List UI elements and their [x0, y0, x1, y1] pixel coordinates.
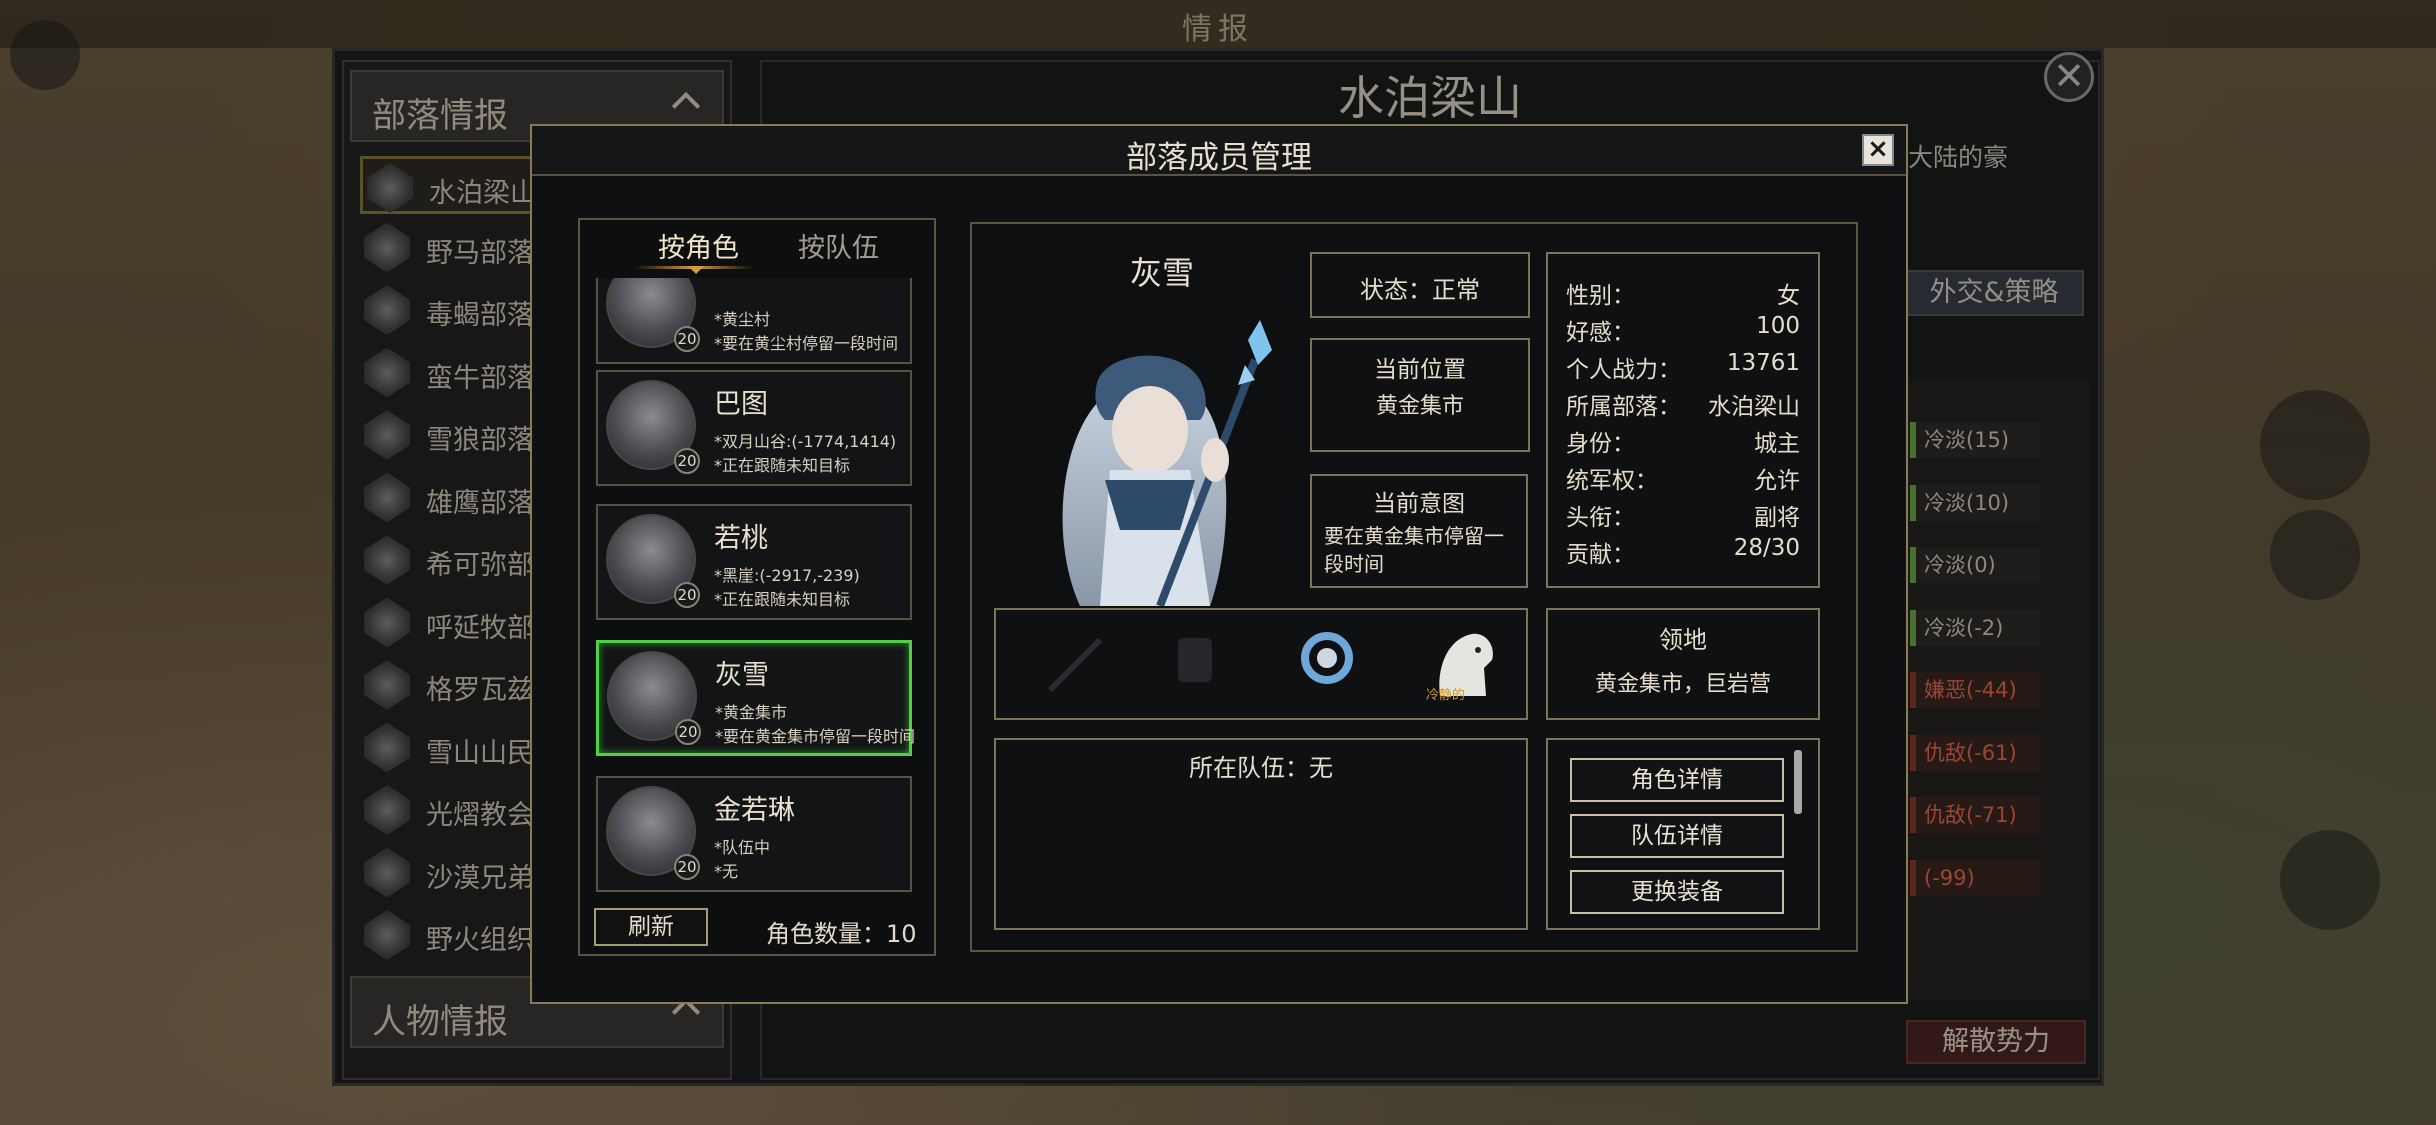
- territory-title: 领地: [1659, 626, 1707, 654]
- team-details-button[interactable]: 队伍详情: [1570, 814, 1784, 858]
- attribute-row: 统军权： 允许: [1566, 461, 1800, 495]
- attribute-key: 身份：: [1566, 431, 1635, 457]
- member-activity: *要在黄金集市停留一段时间: [715, 727, 916, 746]
- attribute-value: 副将: [1754, 505, 1800, 531]
- level-badge: 20: [674, 854, 700, 880]
- attribute-key: 统军权：: [1566, 468, 1658, 494]
- active-tab-arrow-icon: [688, 266, 704, 274]
- attribute-key: 好感：: [1566, 320, 1635, 346]
- level-badge: 20: [675, 719, 701, 745]
- attribute-value: 女: [1777, 283, 1800, 309]
- attribute-key: 头衔：: [1566, 505, 1635, 531]
- attribute-value: 城主: [1754, 431, 1800, 457]
- member-list[interactable]: 20 *黄尘村 *要在黄尘村停留一段时间 20 巴图 *双月山谷:(-1774,1414)…: [590, 278, 926, 898]
- member-location: *黑崖:(-2917,-239): [714, 566, 860, 585]
- intent-box: 当前意图 要在黄金集市停留一 段时间: [1310, 474, 1528, 588]
- attribute-row: 头衔： 副将: [1566, 498, 1800, 532]
- armor-slot-icon[interactable]: [1160, 628, 1230, 698]
- character-portrait: [1062, 320, 1272, 606]
- member-card[interactable]: 20 巴图 *双月山谷:(-1774,1414) *正在跟随未知目标: [596, 370, 912, 486]
- change-equipment-button[interactable]: 更换装备: [1570, 870, 1784, 914]
- tab-by-role[interactable]: 按角色: [658, 226, 739, 265]
- location-value: 黄金集市: [1375, 394, 1464, 419]
- attribute-row: 所属部落： 水泊梁山: [1566, 387, 1800, 421]
- team-label: 所在队伍：无: [1189, 754, 1333, 782]
- attribute-value: 水泊梁山: [1708, 394, 1800, 420]
- location-box: 当前位置 黄金集市: [1310, 338, 1530, 452]
- attribute-value: 28/30: [1733, 535, 1800, 561]
- level-badge: 20: [674, 582, 700, 608]
- member-activity: *要在黄尘村停留一段时间: [714, 334, 899, 353]
- refresh-button[interactable]: 刷新: [594, 908, 708, 946]
- member-card[interactable]: 20 灰雪 *黄金集市 *要在黄金集市停留一段时间: [596, 640, 916, 756]
- accessory-slot-icon[interactable]: [1292, 626, 1362, 696]
- member-name: 巴图: [714, 389, 768, 420]
- level-badge: 20: [674, 448, 700, 474]
- member-name: 若桃: [714, 523, 768, 554]
- tab-by-team[interactable]: 按队伍: [798, 226, 879, 265]
- role-details-button[interactable]: 角色详情: [1570, 758, 1784, 802]
- attribute-row: 贡献： 28/30: [1566, 535, 1800, 569]
- attribute-key: 性别：: [1566, 283, 1635, 309]
- mount-caption: 冷静的: [1426, 688, 1466, 703]
- character-name: 灰雪: [1130, 254, 1195, 292]
- attribute-key: 所属部落：: [1566, 394, 1681, 420]
- actions-scrollbar[interactable]: [1794, 750, 1802, 814]
- member-location: *黄尘村: [714, 310, 771, 329]
- attribute-key: 贡献：: [1566, 542, 1635, 568]
- territory-box: 领地 黄金集市，巨岩营: [1546, 608, 1820, 720]
- member-card[interactable]: 20 *黄尘村 *要在黄尘村停留一段时间: [596, 278, 912, 364]
- level-badge: 20: [674, 326, 700, 352]
- member-activity: *无: [714, 862, 739, 881]
- attribute-value: 100: [1756, 313, 1800, 339]
- member-card[interactable]: 20 金若琳 *队伍中 *无: [596, 776, 912, 892]
- member-location: *队伍中: [714, 838, 771, 857]
- attribute-value: 允许: [1754, 468, 1800, 494]
- intent-value-line1: 要在黄金集市停留一: [1324, 524, 1504, 548]
- member-activity: *正在跟随未知目标: [714, 456, 851, 475]
- member-card[interactable]: 20 若桃 *黑崖:(-2917,-239) *正在跟随未知目标: [596, 504, 912, 620]
- intent-title: 当前意图: [1373, 491, 1465, 517]
- attribute-row: 性别： 女: [1566, 276, 1800, 310]
- member-name: 金若琳: [714, 795, 795, 826]
- member-activity: *正在跟随未知目标: [714, 590, 851, 609]
- close-icon[interactable]: ×: [1862, 134, 1894, 166]
- intent-value-line2: 段时间: [1324, 552, 1384, 576]
- dialog-title: 部落成员管理: [1126, 140, 1312, 176]
- member-location: *黄金集市: [715, 703, 788, 722]
- attribute-key: 个人战力：: [1566, 357, 1681, 383]
- territory-value: 黄金集市，巨岩营: [1594, 672, 1771, 697]
- attribute-value: 13761: [1726, 350, 1800, 376]
- status-text: 状态：正常: [1360, 276, 1480, 304]
- member-count: 角色数量：10: [766, 920, 917, 948]
- location-title: 当前位置: [1374, 357, 1466, 383]
- weapon-slot-icon[interactable]: [1040, 632, 1110, 696]
- attribute-row: 身份： 城主: [1566, 424, 1800, 458]
- member-location: *双月山谷:(-1774,1414): [714, 432, 897, 451]
- status-box: 状态：正常: [1310, 252, 1530, 318]
- attribute-row: 好感： 100: [1566, 313, 1800, 347]
- member-name: 灰雪: [715, 660, 769, 691]
- attribute-row: 个人战力： 13761: [1566, 350, 1800, 384]
